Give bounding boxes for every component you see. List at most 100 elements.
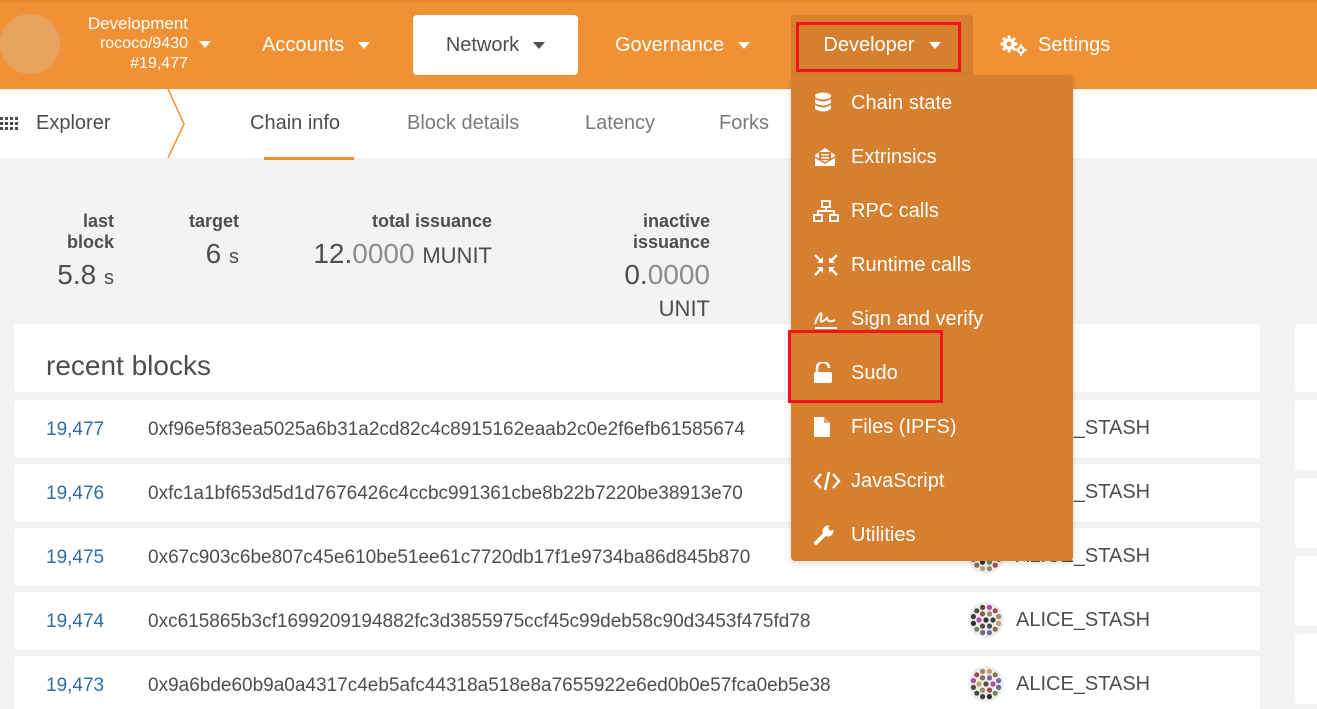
side-panel-card bbox=[1295, 556, 1317, 626]
nav-network[interactable]: Network bbox=[413, 15, 578, 75]
value-number: 5.8 bbox=[57, 259, 97, 290]
menu-item-label: Runtime calls bbox=[851, 253, 972, 276]
block-hash: 0xfc1a1bf653d5d1d7676426c4ccbc991361cbe8… bbox=[148, 483, 743, 504]
block-number-link[interactable]: 19,477 bbox=[46, 419, 104, 441]
stat-label: total issuance bbox=[371, 211, 492, 231]
block-number-link[interactable]: 19,475 bbox=[46, 547, 104, 569]
nav-governance-label: Governance bbox=[615, 33, 724, 56]
menu-item-label: Files (IPFS) bbox=[851, 415, 957, 438]
stat-value: 12.0000 MUNIT bbox=[312, 238, 492, 270]
menu-item-sign-and-verify[interactable]: Sign and verify bbox=[813, 299, 983, 339]
unlock-icon bbox=[813, 362, 841, 384]
explorer-menu[interactable]: Explorer bbox=[0, 89, 110, 158]
block-number-link[interactable]: 19,476 bbox=[46, 483, 104, 505]
file-icon bbox=[813, 416, 841, 438]
nav-developer[interactable]: Developer bbox=[791, 15, 973, 75]
side-panel-card bbox=[1295, 400, 1317, 470]
top-border bbox=[0, 0, 1317, 3]
stat-label: target bbox=[188, 211, 239, 231]
stat-target: target 6 s bbox=[187, 211, 239, 270]
block-hash: 0xc615865b3cf1699209194882fc3d3855975ccf… bbox=[148, 611, 811, 632]
identicon-icon bbox=[968, 602, 1004, 638]
menu-item-extrinsics[interactable]: Extrinsics bbox=[813, 137, 937, 177]
menu-item-label: Extrinsics bbox=[851, 145, 937, 168]
active-tab-underline bbox=[264, 157, 355, 160]
chain-block-number: #19,477 bbox=[130, 55, 188, 72]
block-number-link[interactable]: 19,474 bbox=[46, 611, 104, 633]
value-int: 12. bbox=[313, 238, 353, 269]
menu-item-utilities[interactable]: Utilities bbox=[813, 515, 915, 555]
table-row: 19,474 0xc615865b3cf1699209194882fc3d385… bbox=[14, 592, 1260, 650]
code-icon bbox=[813, 471, 841, 491]
tab-latency[interactable]: Latency bbox=[585, 89, 655, 158]
value-unit: s bbox=[104, 267, 114, 289]
menu-item-label: Sign and verify bbox=[851, 307, 984, 330]
menu-item-chain-state[interactable]: Chain state bbox=[813, 83, 952, 123]
side-panel-card bbox=[1295, 478, 1317, 548]
block-hash: 0x9a6bde60b9a0a4317c4eb5afc44318a518e8a7… bbox=[148, 675, 831, 696]
value-frac: 0000 bbox=[352, 238, 415, 269]
chain-selector[interactable]: Development rococo/9430 #19,477 bbox=[62, 14, 188, 74]
nav-settings[interactable]: Settings bbox=[1000, 15, 1110, 75]
stat-value: 0.0000 UNIT bbox=[566, 259, 710, 323]
menu-item-label: Sudo bbox=[851, 361, 898, 384]
chain-name: Development bbox=[87, 14, 188, 33]
database-icon bbox=[813, 92, 841, 114]
tab-block-details-label: Block details bbox=[407, 112, 520, 134]
nav-network-label: Network bbox=[445, 33, 520, 56]
table-row: 19,475 0x67c903c6be807c45e610be51ee61c77… bbox=[14, 528, 1260, 586]
menu-item-javascript[interactable]: JavaScript bbox=[813, 461, 944, 501]
tab-forks[interactable]: Forks bbox=[719, 89, 769, 158]
side-panel-card bbox=[1295, 324, 1317, 392]
signature-icon bbox=[813, 308, 841, 330]
chain-logo[interactable] bbox=[0, 14, 60, 74]
stat-label: last block bbox=[66, 211, 114, 252]
author-name: ALICE_STASH bbox=[1016, 672, 1151, 695]
value-unit: s bbox=[229, 246, 239, 268]
stat-value: 5.8 s bbox=[34, 259, 114, 291]
menu-item-runtime-calls[interactable]: Runtime calls bbox=[813, 245, 971, 285]
block-author[interactable]: ALICE_STASH bbox=[968, 602, 1150, 638]
sub-navbar: Explorer Chain info Block details Latenc… bbox=[0, 89, 1317, 160]
identicon-icon bbox=[968, 666, 1004, 702]
menu-item-sudo[interactable]: Sudo bbox=[813, 353, 898, 393]
grid-dots-icon bbox=[0, 116, 18, 130]
nav-accounts[interactable]: Accounts bbox=[262, 15, 371, 75]
stat-total-issuance: total issuance 12.0000 MUNIT bbox=[312, 211, 492, 270]
explorer-label: Explorer bbox=[36, 112, 111, 134]
chevron-down-icon bbox=[737, 41, 750, 49]
compress-arrows-icon bbox=[813, 253, 841, 277]
value-frac: 0000 bbox=[647, 259, 710, 290]
menu-item-rpc-calls[interactable]: RPC calls bbox=[813, 191, 939, 231]
chevron-down-icon bbox=[533, 41, 546, 49]
chevron-down-icon bbox=[358, 41, 371, 49]
tab-block-details[interactable]: Block details bbox=[407, 89, 519, 158]
value-number: 6 bbox=[205, 238, 222, 269]
envelope-open-icon bbox=[813, 146, 841, 168]
cogs-icon bbox=[1000, 35, 1027, 56]
author-name: ALICE_STASH bbox=[1016, 608, 1151, 631]
nav-settings-label: Settings bbox=[1038, 33, 1111, 56]
value-int: 0. bbox=[624, 259, 648, 290]
nav-developer-label: Developer bbox=[823, 33, 915, 56]
chain-caret-icon[interactable] bbox=[199, 41, 211, 48]
block-number-link[interactable]: 19,473 bbox=[46, 675, 104, 697]
table-row: 19,477 0xf96e5f83ea5025a6b31a2cd82c4c891… bbox=[14, 400, 1260, 458]
tab-chain-info[interactable]: Chain info bbox=[250, 89, 355, 160]
nav-governance[interactable]: Governance bbox=[615, 15, 750, 75]
side-panel-card bbox=[1295, 634, 1317, 704]
value-unit: MUNIT bbox=[422, 243, 492, 268]
table-row: 19,476 0xfc1a1bf653d5d1d7676426c4ccbc991… bbox=[14, 464, 1260, 522]
menu-item-label: Chain state bbox=[851, 91, 953, 114]
tab-forks-label: Forks bbox=[719, 112, 769, 134]
menu-item-label: RPC calls bbox=[851, 199, 939, 222]
developer-dropdown-menu: Chain state Extrinsics RPC calls Runtime… bbox=[791, 75, 1073, 561]
menu-item-label: JavaScript bbox=[851, 469, 945, 492]
block-author[interactable]: ALICE_STASH bbox=[968, 666, 1150, 702]
block-hash: 0x67c903c6be807c45e610be51ee61c7720db17f… bbox=[148, 547, 751, 568]
stat-label: inactive issuance bbox=[632, 211, 710, 252]
tab-latency-label: Latency bbox=[585, 112, 656, 134]
menu-item-files-ipfs[interactable]: Files (IPFS) bbox=[813, 407, 957, 447]
tab-chain-info-label: Chain info bbox=[250, 112, 341, 134]
network-wired-icon bbox=[813, 200, 841, 222]
